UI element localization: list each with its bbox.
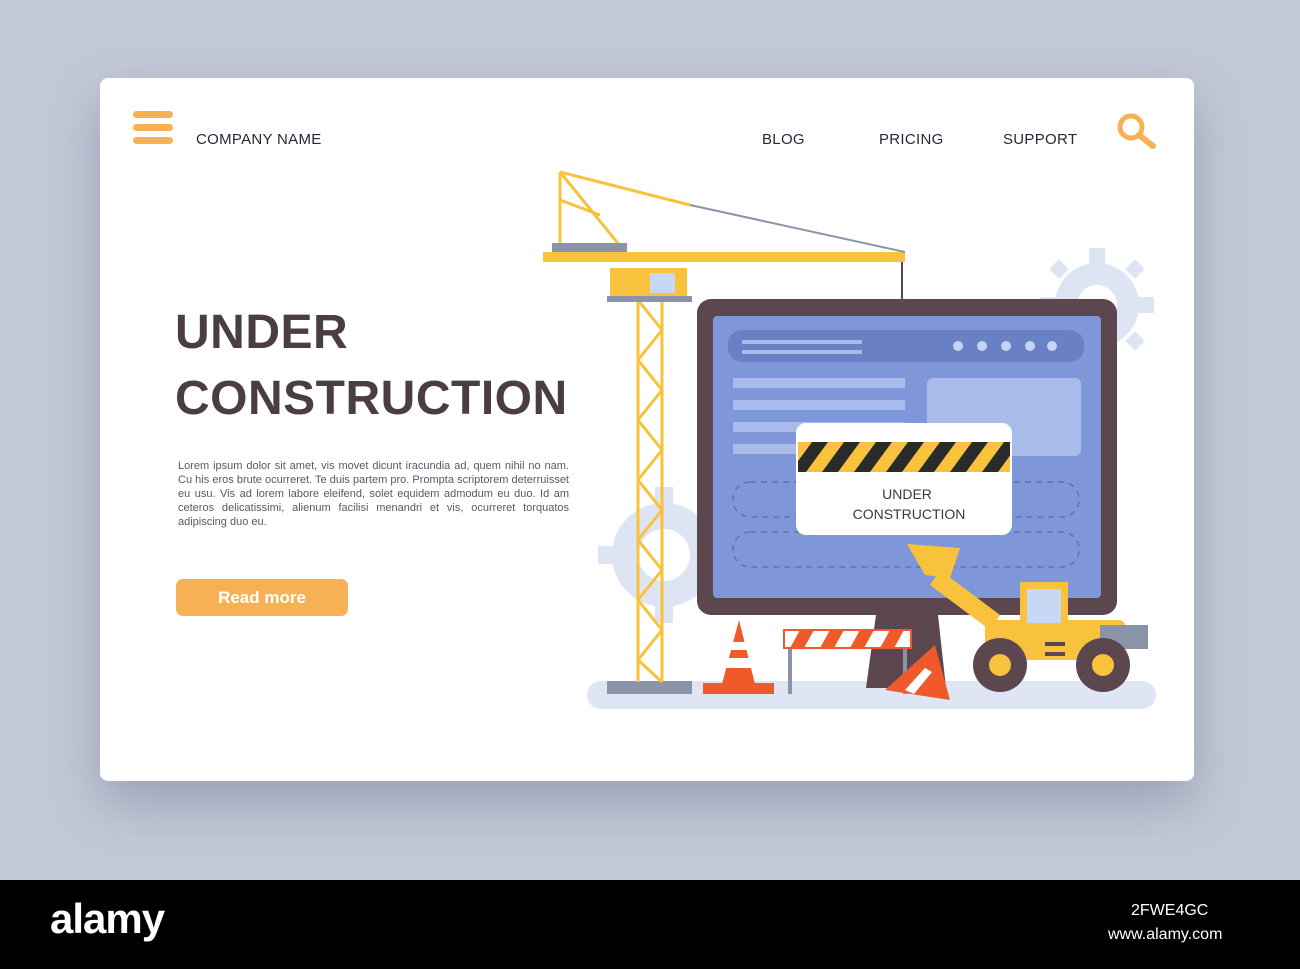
under-construction-sign: UNDER CONSTRUCTION xyxy=(796,423,1012,535)
sign-text-line1: UNDER xyxy=(882,486,932,502)
image-id: 2FWE4GC xyxy=(1131,902,1209,919)
crane-base xyxy=(607,681,692,694)
crane-cabin xyxy=(610,268,687,300)
crane-jib xyxy=(543,252,905,262)
alamy-logo: alamy xyxy=(50,895,165,942)
footer-bar xyxy=(0,880,1300,969)
construction-illustration: UNDER CONSTRUCTION xyxy=(543,170,1156,709)
footer-url: www.alamy.com xyxy=(1108,926,1223,943)
sign-text-line2: CONSTRUCTION xyxy=(853,506,966,522)
